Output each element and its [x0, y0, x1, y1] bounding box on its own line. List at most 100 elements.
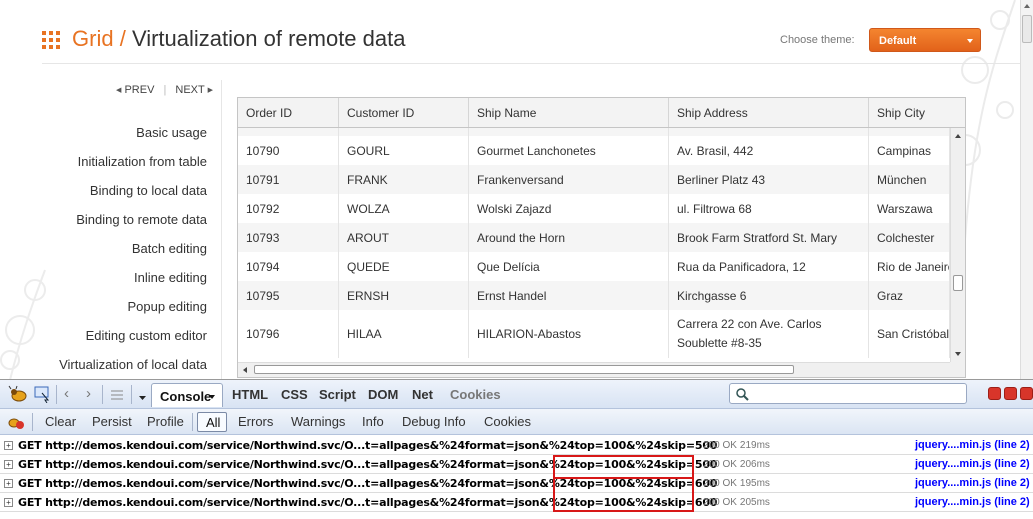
cell-ship-name: HILARION-Abastos — [469, 310, 669, 358]
log-entry[interactable]: + GET http://demos.kendoui.com/service/N… — [0, 493, 1033, 512]
table-row[interactable]: 10792 WOLZA Wolski Zajazd ul. Filtrowa 6… — [238, 194, 950, 223]
prev-arrow-icon: ◀ — [116, 87, 122, 94]
table-row[interactable]: 10793 AROUT Around the Horn Brook Farm S… — [238, 223, 950, 252]
table-row[interactable]: 10794 QUEDE Que Delícia Rua da Panificad… — [238, 252, 950, 281]
scroll-left-icon[interactable] — [243, 367, 247, 373]
nav-item-basic-usage[interactable]: Basic usage — [136, 125, 207, 140]
minimize-icon[interactable] — [988, 387, 1001, 400]
filter-cookies-button[interactable]: Cookies — [484, 414, 531, 429]
cell-ship-city: San Cristóbal — [869, 310, 950, 358]
cell-ship-name: Que Delícia — [469, 252, 669, 281]
decorative-flower-left — [0, 230, 60, 380]
back-icon[interactable]: ‹ — [64, 385, 69, 402]
log-source-link[interactable]: jquery....min.js (line 2) — [915, 496, 1030, 508]
expand-icon[interactable]: + — [4, 460, 13, 469]
log-source-link[interactable]: jquery....min.js (line 2) — [915, 439, 1030, 451]
nav-item-binding-local[interactable]: Binding to local data — [90, 183, 207, 198]
nav-item-binding-remote[interactable]: Binding to remote data — [76, 212, 207, 227]
inspect-icon[interactable] — [33, 385, 51, 408]
tab-dom[interactable]: DOM — [368, 387, 398, 402]
detach-icon[interactable] — [1004, 387, 1017, 400]
log-entry[interactable]: + GET http://demos.kendoui.com/service/N… — [0, 455, 1033, 474]
data-grid: Order ID Customer ID Ship Name Ship Addr… — [237, 97, 966, 378]
profile-button[interactable]: Profile — [147, 414, 184, 429]
close-icon[interactable] — [1020, 387, 1033, 400]
nav-item-inline-editing[interactable]: Inline editing — [134, 270, 207, 285]
firebug-icon[interactable] — [8, 385, 30, 408]
log-status: 200 OK 195ms — [703, 478, 770, 489]
nav-item-batch-editing[interactable]: Batch editing — [132, 241, 207, 256]
cell-ship-city: Warszawa — [869, 194, 950, 223]
cell-ship-address: Kirchgasse 6 — [669, 281, 869, 310]
filter-info-button[interactable]: Info — [362, 414, 384, 429]
tab-net[interactable]: Net — [412, 387, 433, 402]
table-row[interactable]: 10795 ERNSH Ernst Handel Kirchgasse 6 Gr… — [238, 281, 950, 310]
column-header-ship-name[interactable]: Ship Name — [469, 98, 669, 127]
grid-body: 10790 GOURL Gourmet Lanchonetes Av. Bras… — [238, 128, 950, 362]
cell-ship-name: Ernst Handel — [469, 281, 669, 310]
log-entry[interactable]: + GET http://demos.kendoui.com/service/N… — [0, 474, 1033, 493]
prev-link[interactable]: PREV — [124, 84, 154, 96]
grid-header: Order ID Customer ID Ship Name Ship Addr… — [238, 98, 965, 128]
tab-css[interactable]: CSS — [281, 387, 308, 402]
error-filter-icon[interactable] — [7, 414, 25, 435]
expand-icon[interactable]: + — [4, 479, 13, 488]
nav-item-virtualization-local[interactable]: Virtualization of local data — [59, 357, 207, 372]
column-header-ship-city[interactable]: Ship City — [869, 98, 965, 127]
theme-dropdown-value: Default — [879, 35, 917, 47]
scroll-thumb-horizontal[interactable] — [254, 365, 794, 374]
cell-ship-address: Berliner Platz 43 — [669, 165, 869, 194]
log-url: GET http://demos.kendoui.com/service/Nor… — [18, 439, 718, 452]
nav-item-popup-editing[interactable]: Popup editing — [127, 299, 207, 314]
scroll-thumb[interactable] — [953, 275, 963, 291]
cell-ship-address: Av. Brasil, 442 — [669, 136, 869, 165]
search-input[interactable] — [729, 383, 967, 404]
page-scroll-up-icon[interactable] — [1024, 4, 1030, 8]
page-scrollbar[interactable] — [1020, 0, 1033, 380]
table-row-partial — [238, 128, 950, 136]
clear-button[interactable]: Clear — [45, 414, 76, 429]
theme-dropdown[interactable]: Default — [869, 28, 981, 52]
tab-html[interactable]: HTML — [232, 387, 268, 402]
chevron-down-icon[interactable] — [138, 389, 147, 407]
list-icon[interactable] — [110, 388, 124, 406]
log-source-link[interactable]: jquery....min.js (line 2) — [915, 458, 1030, 470]
filter-debug-info-button[interactable]: Debug Info — [402, 414, 466, 429]
scroll-up-icon[interactable] — [955, 134, 961, 138]
nav-item-custom-editor[interactable]: Editing custom editor — [86, 328, 207, 343]
log-entry[interactable]: + GET http://demos.kendoui.com/service/N… — [0, 436, 1033, 455]
filter-errors-button[interactable]: Errors — [238, 414, 273, 429]
scroll-down-icon[interactable] — [955, 352, 961, 356]
log-status: 200 OK 206ms — [703, 459, 770, 470]
persist-button[interactable]: Persist — [92, 414, 132, 429]
table-row[interactable]: 10796 HILAA HILARION-Abastos Carrera 22 … — [238, 310, 950, 358]
filter-all-button[interactable]: All — [197, 412, 227, 432]
grid-vertical-scrollbar[interactable] — [950, 128, 965, 362]
next-link[interactable]: NEXT — [175, 84, 204, 96]
page-scroll-thumb[interactable] — [1022, 15, 1032, 43]
table-row[interactable]: 10791 FRANK Frankenversand Berliner Plat… — [238, 165, 950, 194]
expand-icon[interactable]: + — [4, 441, 13, 450]
cell-ship-address: Carrera 22 con Ave. Carlos Soublette #8-… — [669, 310, 869, 358]
tab-console[interactable]: Console — [151, 383, 223, 407]
console-menu-chevron-icon — [209, 395, 215, 399]
column-header-order-id[interactable]: Order ID — [238, 98, 339, 127]
cell-customer-id: QUEDE — [339, 252, 469, 281]
cell-customer-id: ERNSH — [339, 281, 469, 310]
forward-icon[interactable]: › — [86, 385, 91, 402]
column-header-ship-address[interactable]: Ship Address — [669, 98, 869, 127]
column-header-customer-id[interactable]: Customer ID — [339, 98, 469, 127]
cell-ship-name: Around the Horn — [469, 223, 669, 252]
grid-horizontal-scrollbar[interactable] — [238, 362, 950, 377]
nav-item-initialization-from-table[interactable]: Initialization from table — [78, 154, 207, 169]
scrollbar-corner — [950, 362, 965, 377]
grid-icon — [42, 31, 60, 49]
table-row[interactable]: 10790 GOURL Gourmet Lanchonetes Av. Bras… — [238, 136, 950, 165]
tab-cookies[interactable]: Cookies — [450, 387, 501, 402]
tab-script[interactable]: Script — [319, 387, 356, 402]
filter-warnings-button[interactable]: Warnings — [291, 414, 345, 429]
expand-icon[interactable]: + — [4, 498, 13, 507]
log-source-link[interactable]: jquery....min.js (line 2) — [915, 477, 1030, 489]
category-link[interactable]: Grid — [72, 26, 114, 51]
cell-ship-city: Colchester — [869, 223, 950, 252]
